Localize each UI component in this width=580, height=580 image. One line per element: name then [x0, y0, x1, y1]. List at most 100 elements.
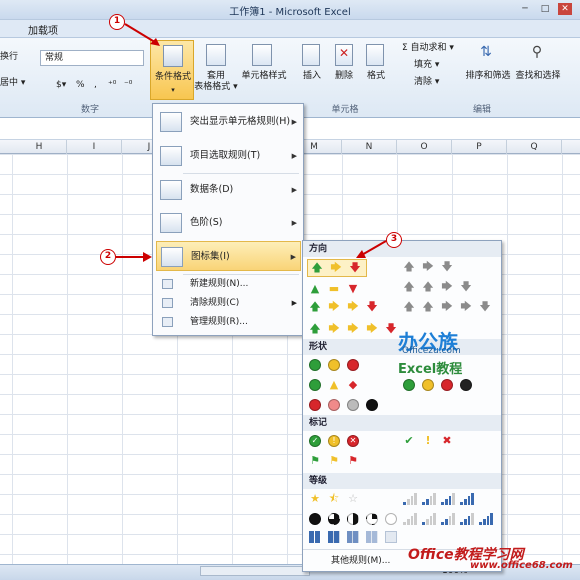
menu-item-top-bottom[interactable]: 项目选取规则(T) ▶ [156, 141, 301, 171]
new-rule-icon [162, 279, 173, 289]
menu-item-new-rule[interactable]: 新建规则(N)... [156, 276, 301, 292]
tab-addins[interactable]: 加载项 [28, 22, 58, 37]
green-flag-icon: ⚑ [310, 454, 320, 467]
icon-set-4-traffic-lights[interactable] [403, 379, 483, 393]
icon-set-5-ratings[interactable] [403, 513, 499, 527]
insert-button[interactable]: 插入 [298, 71, 326, 82]
table-style-button[interactable]: 套用 表格格式 ▾ [190, 71, 242, 93]
icon-set-4-ratings[interactable] [403, 493, 499, 507]
icon-set-3-triangles[interactable]: ▲ ▬ ▼ [309, 283, 369, 297]
column-header-h[interactable]: H [12, 140, 67, 154]
merge-center-button[interactable]: 居中 ▾ [0, 78, 25, 89]
empty-star-icon: ☆ [348, 492, 358, 505]
sort-filter-button[interactable]: 排序和筛选 [464, 71, 512, 82]
percent-button[interactable]: % [76, 80, 85, 91]
arrow-down-right-icon: 🡆 [460, 300, 472, 313]
signal-bars-2-icon [422, 493, 436, 505]
black-circle-icon [460, 379, 472, 391]
horizontal-scrollbar[interactable] [200, 566, 310, 576]
chevron-down-icon: ▾ [171, 86, 175, 94]
icon-set-4-arrows-colored[interactable]: 🡅 🡆 🡆 🡇 [309, 301, 389, 317]
watermark-site: Officezu.com [402, 346, 461, 356]
data-bars-icon [160, 180, 182, 200]
half-star-icon: ⯪ [328, 492, 340, 505]
icon-set-3-signs[interactable]: ▲ ◆ [309, 379, 369, 393]
clear-button[interactable]: 清除 ▾ [414, 77, 439, 88]
arrow-up-icon: 🡅 [309, 322, 321, 335]
currency-icon[interactable]: $▾ [56, 80, 66, 91]
arrow-up-icon: 🡅 [403, 260, 415, 273]
sort-filter-icon[interactable]: ⇅ [478, 44, 494, 62]
icon-set-3-flags[interactable]: ⚑ ⚑ ⚑ [309, 455, 369, 469]
conditional-format-menu: 突出显示单元格规则(H) ▶ 项目选取规则(T) ▶ 数据条(D) ▶ 色阶(S… [152, 103, 304, 336]
cells-group-label: 单元格 [331, 105, 359, 115]
close-button[interactable]: ✕ [558, 3, 572, 15]
column-header-o[interactable]: O [397, 140, 452, 154]
menu-item-icon-sets[interactable]: 图标集(I) ▶ [156, 241, 301, 271]
more-rules-item[interactable]: 其他规则(M)... [331, 553, 390, 566]
menu-item-highlight-rules[interactable]: 突出显示单元格规则(H) ▶ [156, 107, 301, 137]
autosum-button[interactable]: Σ 自动求和 ▾ [402, 43, 454, 54]
menu-item-label: 突出显示单元格规则(H) [190, 116, 291, 127]
conditional-format-button[interactable]: 条件格式 ▾ [150, 40, 194, 100]
format-icon[interactable] [366, 44, 384, 66]
increase-decimal-icon[interactable]: ⁺⁰ [108, 80, 116, 91]
icon-set-3-arrows-gray[interactable]: 🡅 🡆 🡇 [403, 261, 463, 277]
icon-set-3-arrows-colored[interactable]: 🡅 🡆 🡇 [307, 259, 367, 277]
decrease-decimal-icon[interactable]: ⁻⁰ [124, 80, 132, 91]
column-header-n[interactable]: N [342, 140, 397, 154]
icon-set-3-stars[interactable]: ★ ⯪ ☆ [309, 493, 369, 507]
icon-sets-icon [161, 247, 183, 267]
red-circle-icon [441, 379, 453, 391]
red-diamond-icon: ◆ [348, 378, 358, 391]
chevron-right-icon: ▶ [291, 118, 297, 126]
find-select-button[interactable]: 查找和选择 [514, 71, 562, 82]
menu-item-color-scales[interactable]: 色阶(S) ▶ [156, 208, 301, 238]
icon-set-5-quarters[interactable] [309, 513, 405, 527]
boxes-0-icon [385, 531, 397, 543]
delete-button[interactable]: 删除 [330, 71, 358, 82]
chevron-right-icon: ▶ [291, 152, 297, 160]
cell-style-icon[interactable] [252, 44, 272, 66]
wrap-text-button[interactable]: 换行 [0, 52, 18, 63]
menu-item-manage-rules[interactable]: 管理规则(R)... [156, 314, 301, 330]
icon-set-3-symbols-circled[interactable]: ✓ ! ✕ [309, 435, 369, 449]
maximize-button[interactable]: □ [538, 3, 552, 15]
triangle-down-icon: ▼ [348, 282, 358, 295]
column-header-q[interactable]: Q [507, 140, 562, 154]
menu-item-data-bars[interactable]: 数据条(D) ▶ [156, 175, 301, 205]
full-circle-icon [309, 513, 321, 525]
format-button[interactable]: 格式 [362, 71, 390, 82]
icon-set-5-arrows-colored[interactable]: 🡅 🡆 🡆 🡆 🡇 [309, 323, 405, 339]
icon-set-3-traffic-lights[interactable] [309, 359, 369, 373]
arrow-right-icon: 🡆 [422, 260, 434, 273]
chevron-right-icon: ▶ [291, 219, 297, 227]
column-header-p[interactable]: P [452, 140, 507, 154]
table-style-icon[interactable] [206, 44, 226, 66]
manage-rules-icon [162, 317, 173, 327]
icon-set-5-boxes[interactable] [309, 531, 405, 545]
icon-set-3-symbols[interactable]: ✔ ! ✖ [403, 435, 463, 449]
arrow-up-icon: 🡅 [403, 300, 415, 313]
minimize-button[interactable]: ─ [518, 3, 532, 15]
menu-item-clear-rules[interactable]: 清除规则(C) ▶ [156, 295, 301, 311]
icon-set-5-arrows-gray[interactable]: 🡅 🡅 🡆 🡆 🡇 [403, 301, 499, 317]
insert-icon[interactable] [302, 44, 320, 66]
check-icon: ✔ [404, 434, 414, 447]
comma-button[interactable]: , [94, 80, 97, 91]
number-format-select[interactable]: 常规 [40, 50, 144, 66]
icon-set-4-arrows-gray[interactable]: 🡅 🡅 🡆 🡇 [403, 281, 483, 297]
menu-divider [183, 173, 299, 174]
section-header-directional: 方向 [303, 241, 501, 257]
delete-icon[interactable]: ✕ [335, 44, 353, 66]
fill-button[interactable]: 填充 ▾ [414, 60, 439, 71]
find-select-icon[interactable]: ⚲ [528, 44, 546, 62]
icon-set-4-red-to-black[interactable] [309, 399, 389, 413]
menu-divider [183, 274, 299, 275]
callout-badge-3: 3 [386, 232, 402, 248]
red-circle-icon [347, 359, 359, 371]
signal-bars-3-icon [460, 513, 474, 525]
gray-circle-icon [347, 399, 359, 411]
cell-style-button[interactable]: 单元格样式 [240, 71, 288, 82]
column-header-i[interactable]: I [67, 140, 122, 154]
